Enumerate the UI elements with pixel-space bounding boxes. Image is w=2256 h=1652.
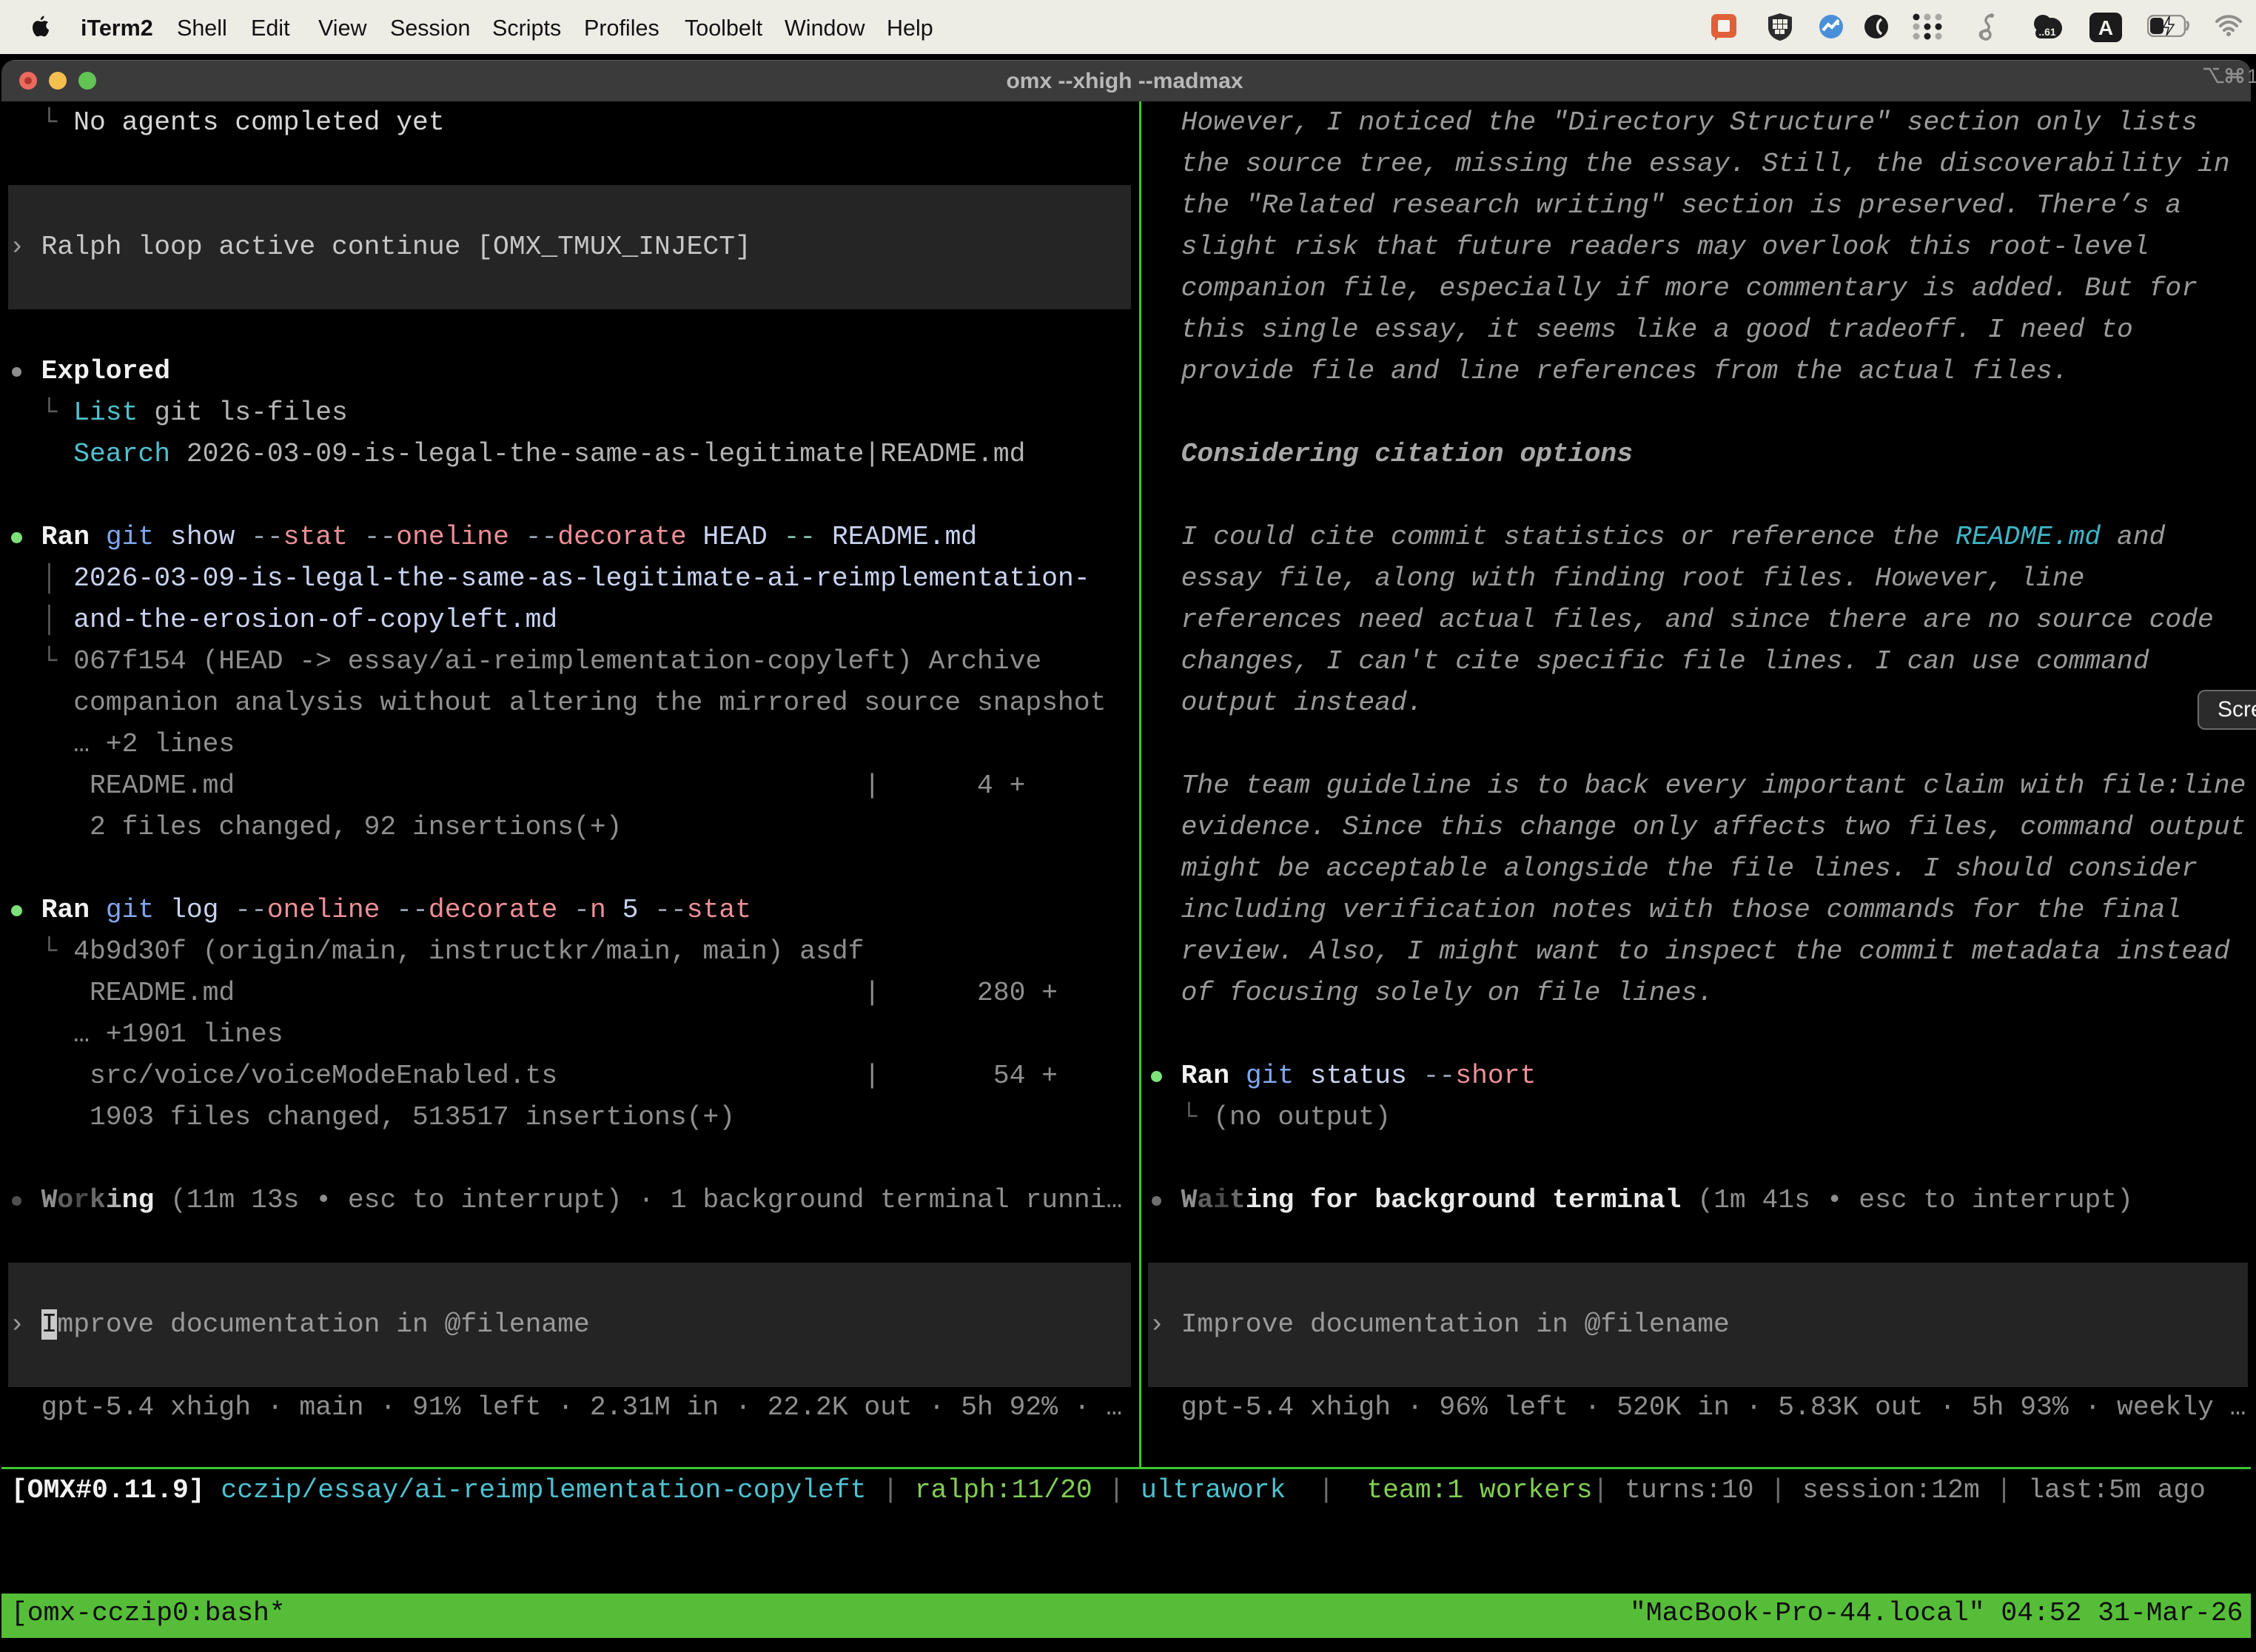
svg-text:1: 1 <box>2247 66 2256 85</box>
svg-text:..61: ..61 <box>2038 26 2056 38</box>
svg-text:A: A <box>2098 16 2113 39</box>
